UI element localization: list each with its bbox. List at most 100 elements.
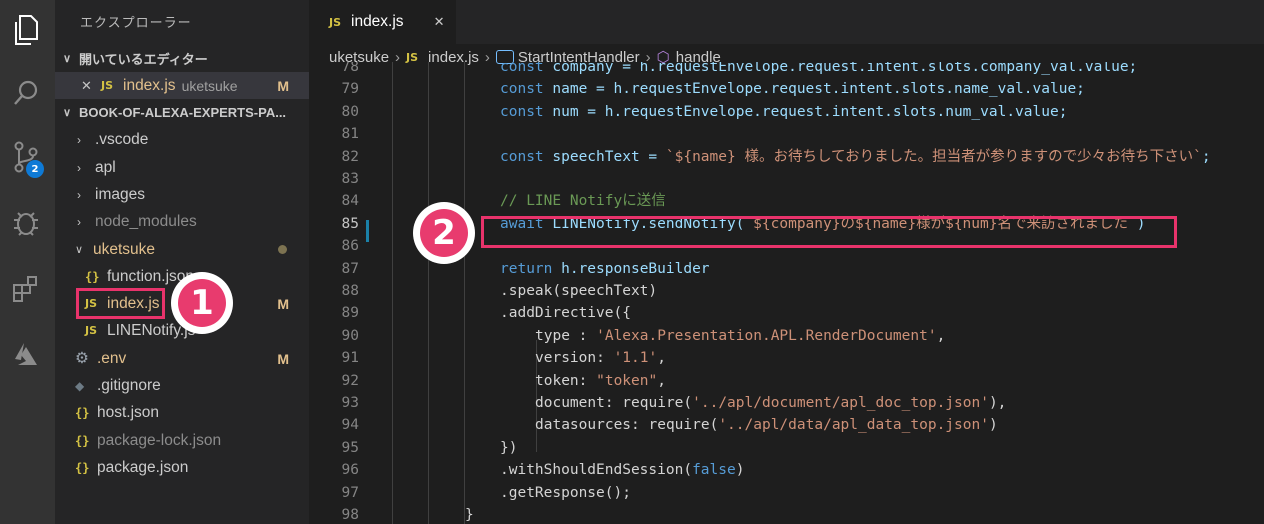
search-icon[interactable]: [9, 76, 43, 110]
line-number: 90: [341, 327, 359, 344]
code-line[interactable]: .speak(speechText): [500, 280, 657, 302]
code-line[interactable]: datasources: require('../apl/data/apl_da…: [535, 414, 998, 436]
js-file-icon: JS: [101, 79, 114, 92]
editor-area: JS index.js ✕ uketsuke › JS index.js › S…: [309, 0, 1264, 524]
gear-icon: ⚙: [75, 350, 89, 367]
git-diamond-icon: ◆: [75, 378, 85, 393]
tree-item-package-json[interactable]: {} package.json: [55, 454, 309, 481]
line-number: 88: [341, 283, 359, 299]
tree-item-label: .gitignore: [97, 376, 161, 394]
json-file-icon: {}: [75, 433, 90, 448]
line-number: 91: [341, 350, 359, 367]
line-number: 94: [341, 417, 359, 434]
files-icon[interactable]: [9, 13, 43, 47]
tab-index-js[interactable]: JS index.js ✕: [309, 0, 456, 44]
chevron-right-icon: ›: [77, 160, 81, 175]
line-number: 89: [341, 305, 359, 322]
line-number: 97: [341, 484, 359, 501]
indent-guide: [392, 62, 393, 524]
tree-item-label: package.json: [97, 458, 189, 476]
modified-dot: [278, 245, 287, 254]
chevron-right-icon: ›: [77, 132, 81, 147]
project-label: BOOK-OF-ALEXA-EXPERTS-PA...: [79, 104, 287, 120]
explorer-title: エクスプローラー: [80, 15, 192, 30]
line-number: 85: [341, 215, 359, 232]
indent-guide: [428, 62, 429, 524]
js-file-icon: JS: [329, 15, 342, 29]
code-line[interactable]: .addDirective({: [500, 302, 631, 324]
line-number: 80: [341, 103, 359, 120]
code-line[interactable]: token: "token",: [535, 370, 666, 392]
line-number: 92: [341, 372, 359, 389]
tree-item-label: uketsuke: [93, 240, 156, 258]
code-line[interactable]: type : 'Alexa.Presentation.APL.RenderDoc…: [535, 325, 945, 347]
chevron-right-icon: ›: [77, 214, 81, 229]
close-icon[interactable]: ✕: [81, 78, 101, 94]
git-change-marker: [366, 220, 369, 242]
code-line[interactable]: .getResponse();: [500, 482, 631, 504]
json-file-icon: {}: [85, 269, 100, 284]
code-line[interactable]: const name = h.requestEnvelope.request.i…: [500, 78, 1085, 100]
code-line[interactable]: }): [500, 437, 517, 459]
source-control-badge: 2: [26, 160, 44, 178]
indent-guide: [464, 62, 465, 524]
tree-item-label: node_modules: [95, 212, 197, 230]
code-line[interactable]: const company = h.requestEnvelope.reques…: [500, 62, 1137, 78]
tree-item-label: package-lock.json: [97, 431, 222, 449]
line-number: 98: [341, 507, 359, 523]
tree-item-vscode[interactable]: › .vscode: [55, 126, 309, 153]
code-line[interactable]: .withShouldEndSession(false): [500, 459, 744, 481]
tab-label: index.js: [351, 13, 404, 30]
line-number: 82: [341, 148, 359, 165]
tree-item-label: .env: [97, 349, 127, 367]
tree-item-images[interactable]: › images: [55, 181, 309, 208]
tree-item-label: apl: [95, 158, 116, 176]
debug-icon[interactable]: [9, 206, 43, 240]
project-section[interactable]: ∨ BOOK-OF-ALEXA-EXPERTS-PA...: [55, 99, 309, 125]
tree-item-label: images: [95, 185, 145, 203]
tree-item-label: .vscode: [95, 130, 149, 148]
json-file-icon: {}: [75, 460, 90, 475]
tree-item-env[interactable]: ⚙ .env M: [55, 345, 309, 372]
modified-badge: M: [277, 77, 289, 94]
tab-bar: JS index.js ✕: [309, 0, 1264, 44]
open-editors-section[interactable]: ∨ 開いているエディター: [55, 45, 309, 71]
js-file-icon: JS: [85, 324, 98, 337]
code-line[interactable]: const speechText = `${name} 様。お待ちしておりました…: [500, 146, 1211, 168]
line-number: 78: [341, 62, 359, 75]
highlight-box-index-js: [76, 288, 165, 319]
activity-bar: 2: [0, 0, 55, 524]
code-line[interactable]: version: '1.1',: [535, 347, 666, 369]
open-editor-item[interactable]: ✕ JS index.js uketsuke M: [55, 72, 309, 99]
code-line[interactable]: return h.responseBuilder: [500, 258, 710, 280]
modified-badge: M: [277, 295, 289, 312]
line-number: 96: [341, 462, 359, 479]
tree-item-node-modules[interactable]: › node_modules: [55, 208, 309, 235]
tree-item-uketsuke[interactable]: ∨ uketsuke: [55, 236, 309, 263]
tree-item-apl[interactable]: › apl: [55, 154, 309, 181]
annotation-marker-1: 1: [171, 272, 233, 334]
close-icon[interactable]: ✕: [434, 14, 445, 30]
open-editors-label: 開いているエディター: [79, 51, 208, 67]
modified-badge: M: [277, 350, 289, 367]
line-number: 87: [341, 260, 359, 277]
json-file-icon: {}: [75, 405, 90, 420]
chevron-right-icon: ›: [77, 187, 81, 202]
code-line[interactable]: document: require('../apl/document/apl_d…: [535, 392, 1006, 414]
chevron-down-icon: ∨: [62, 52, 72, 65]
code-line[interactable]: // LINE Notifyに送信: [500, 190, 666, 212]
extensions-icon[interactable]: [9, 272, 43, 306]
highlight-box-sendnotify: [481, 216, 1177, 248]
open-editor-filename: index.js: [123, 76, 176, 94]
code-line[interactable]: const num = h.requestEnvelope.request.in…: [500, 101, 1067, 123]
line-number: 84: [341, 193, 359, 210]
tree-item-package-lock-json[interactable]: {} package-lock.json: [55, 427, 309, 454]
line-number: 95: [341, 439, 359, 456]
tree-item-host-json[interactable]: {} host.json: [55, 399, 309, 426]
line-number: 79: [341, 81, 359, 98]
code-line[interactable]: }: [465, 504, 474, 524]
tree-item-label: host.json: [97, 403, 160, 421]
code-editor[interactable]: 78 const company = h.requestEnvelope.requ…: [309, 62, 1264, 524]
azure-icon[interactable]: [9, 337, 43, 371]
tree-item-gitignore[interactable]: ◆ .gitignore: [55, 372, 309, 399]
